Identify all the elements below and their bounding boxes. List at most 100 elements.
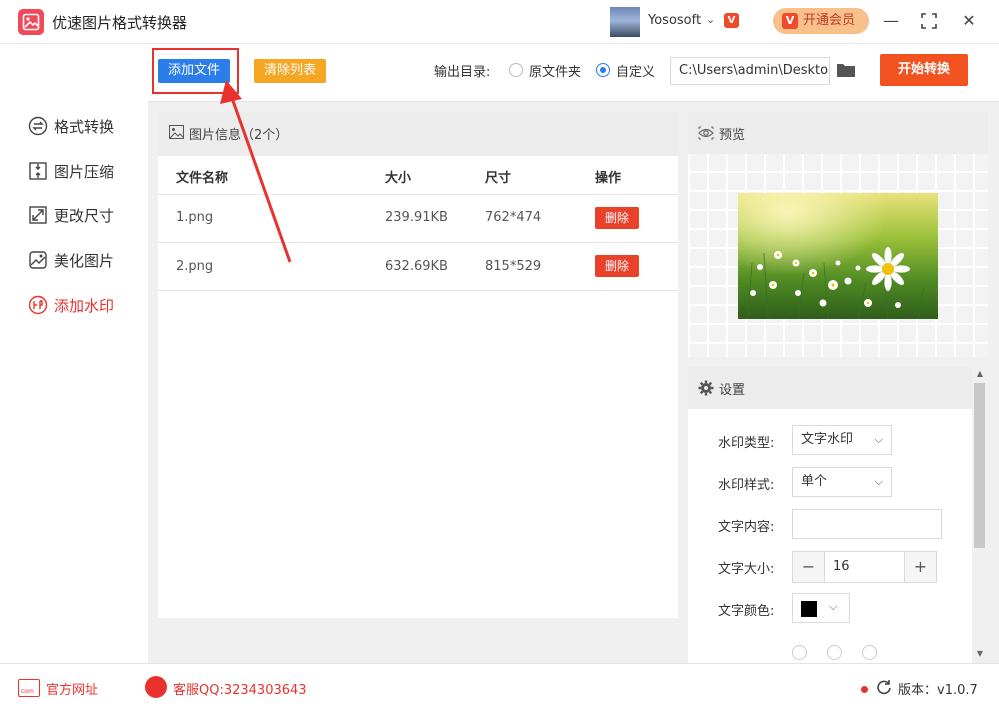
- preview-panel: 预览: [688, 112, 988, 357]
- customer-service-icon: [145, 676, 167, 698]
- vip-badge-icon: V: [724, 13, 739, 28]
- app-title: 优速图片格式转换器: [52, 14, 188, 32]
- scrollbar-thumb[interactable]: [974, 383, 985, 548]
- watermark-style-label: 水印样式:: [718, 478, 775, 493]
- text-color-label: 文字颜色:: [718, 604, 775, 619]
- website-icon-text: com: [21, 688, 34, 695]
- file-size: 632.69KB: [385, 259, 448, 274]
- file-size: 239.91KB: [385, 210, 448, 225]
- sidebar-item-label: 更改尺寸: [54, 207, 115, 225]
- title-bar: 优速图片格式转换器 Yososoft ⌄ V V 开通会员 — ✕: [0, 0, 999, 44]
- color-swatch: [801, 601, 817, 617]
- clear-list-button[interactable]: 清除列表: [254, 59, 326, 83]
- compress-icon: [29, 162, 47, 180]
- convert-icon: [28, 116, 48, 136]
- eye-icon: [698, 126, 714, 140]
- sidebar-item-resize[interactable]: 更改尺寸: [28, 203, 138, 227]
- vip-icon: V: [782, 13, 798, 29]
- row-divider: [158, 242, 678, 243]
- preview-image: [738, 193, 938, 319]
- scroll-up-icon[interactable]: ▲: [974, 369, 986, 378]
- file-dimensions: 762*474: [485, 210, 542, 225]
- decrement-button[interactable]: −: [793, 552, 825, 582]
- column-header-action: 操作: [595, 171, 622, 186]
- sidebar-item-beautify[interactable]: 美化图片: [28, 248, 138, 272]
- text-size-stepper[interactable]: − 16 +: [792, 551, 937, 583]
- position-radio[interactable]: [827, 645, 842, 660]
- original-folder-radio[interactable]: [509, 63, 523, 77]
- website-icon: com: [18, 679, 40, 697]
- sidebar-item-watermark[interactable]: 添加水印: [28, 293, 138, 317]
- customer-service-qq[interactable]: 客服QQ:3234303643: [173, 679, 307, 698]
- watermark-type-select[interactable]: 文字水印 ⌵: [792, 425, 892, 455]
- position-radio[interactable]: [862, 645, 877, 660]
- update-dot-icon: [861, 686, 868, 693]
- preview-header: 预览: [688, 112, 988, 154]
- file-name: 2.png: [176, 259, 214, 274]
- sidebar-item-format-convert[interactable]: 格式转换: [28, 114, 138, 138]
- beautify-icon: [29, 251, 47, 269]
- watermark-style-value: 单个: [801, 474, 828, 489]
- maximize-icon[interactable]: [918, 10, 940, 32]
- watermark-type-label: 水印类型:: [718, 436, 775, 451]
- add-file-button[interactable]: 添加文件: [158, 59, 230, 83]
- chevron-down-icon: ⌵: [874, 475, 883, 488]
- sidebar-item-compress[interactable]: 图片压缩: [28, 159, 138, 183]
- column-header-name: 文件名称: [176, 171, 229, 186]
- gear-icon: [698, 380, 714, 396]
- vip-button[interactable]: V 开通会员: [773, 8, 869, 34]
- close-icon[interactable]: ✕: [958, 10, 980, 32]
- row-divider: [158, 290, 678, 291]
- row-divider: [158, 194, 678, 195]
- preview-title: 预览: [719, 128, 746, 143]
- settings-panel: 设置 水印类型: 文字水印 ⌵ 水印样式: 单个 ⌵ 文字内容: 文字大小: −…: [688, 367, 988, 663]
- minimize-icon[interactable]: —: [880, 10, 902, 32]
- resize-icon: [29, 206, 47, 224]
- increment-button[interactable]: +: [904, 552, 936, 582]
- delete-button[interactable]: 删除: [595, 255, 639, 277]
- sidebar: 格式转换 图片压缩 更改尺寸 美化图片 添加水印: [0, 44, 148, 663]
- sidebar-item-label: 添加水印: [54, 297, 115, 315]
- scroll-down-icon[interactable]: ▼: [974, 649, 986, 658]
- column-header-dimensions: 尺寸: [485, 171, 512, 186]
- output-directory-label: 输出目录:: [434, 65, 491, 80]
- image-icon: [169, 125, 184, 139]
- vip-label: 开通会员: [803, 13, 856, 28]
- delete-button[interactable]: 删除: [595, 207, 639, 229]
- avatar[interactable]: [610, 7, 640, 37]
- sidebar-item-label: 格式转换: [54, 118, 115, 136]
- chevron-down-icon[interactable]: ⌄: [706, 13, 715, 26]
- watermark-icon: [28, 295, 48, 315]
- official-site-link[interactable]: 官方网址: [46, 679, 98, 698]
- position-radio[interactable]: [792, 645, 807, 660]
- settings-title: 设置: [719, 383, 746, 398]
- text-size-value[interactable]: 16: [833, 559, 850, 574]
- user-name[interactable]: Yososoft: [648, 13, 701, 28]
- refresh-icon[interactable]: [876, 679, 892, 695]
- file-panel-title: 图片信息（2个）: [189, 128, 289, 143]
- text-color-picker[interactable]: ⌵: [792, 593, 850, 623]
- file-list-panel: 图片信息（2个） 文件名称 大小 尺寸 操作 1.png 239.91KB 76…: [158, 112, 678, 618]
- sidebar-item-label: 美化图片: [54, 252, 115, 270]
- custom-folder-label[interactable]: 自定义: [616, 61, 655, 80]
- chevron-down-icon: ⌵: [874, 433, 883, 446]
- footer: com 官方网址 客服QQ:3234303643 版本：v1.0.7: [0, 663, 999, 710]
- chevron-down-icon: ⌵: [829, 600, 838, 613]
- custom-folder-radio[interactable]: [596, 63, 610, 77]
- text-content-label: 文字内容:: [718, 520, 775, 535]
- text-content-field[interactable]: [792, 509, 942, 539]
- settings-scrollbar[interactable]: ▲ ▼: [972, 367, 988, 663]
- text-size-label: 文字大小:: [718, 562, 775, 577]
- version-label: 版本：v1.0.7: [898, 683, 978, 698]
- sidebar-item-label: 图片压缩: [54, 163, 115, 181]
- file-name: 1.png: [176, 210, 214, 225]
- file-panel-header: 图片信息（2个）: [158, 112, 678, 156]
- watermark-type-value: 文字水印: [801, 432, 854, 447]
- output-path-field[interactable]: C:\Users\admin\Deskto: [670, 57, 830, 85]
- app-logo-icon: [18, 9, 44, 35]
- start-convert-button[interactable]: 开始转换: [880, 54, 968, 86]
- folder-icon[interactable]: [836, 62, 856, 78]
- watermark-style-select[interactable]: 单个 ⌵: [792, 467, 892, 497]
- original-folder-label[interactable]: 原文件夹: [529, 61, 581, 80]
- column-header-size: 大小: [385, 171, 412, 186]
